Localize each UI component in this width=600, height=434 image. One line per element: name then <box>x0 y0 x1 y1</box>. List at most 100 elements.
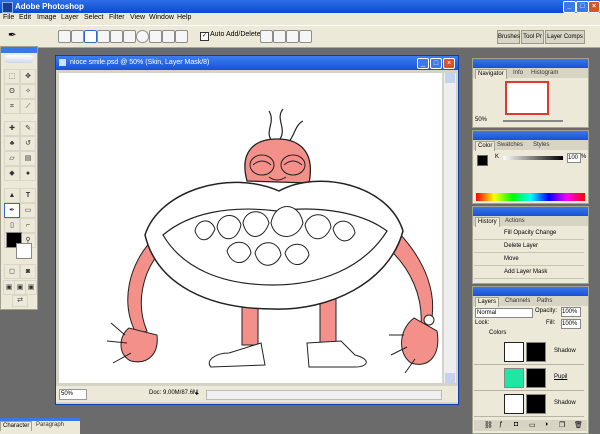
paths-icon[interactable] <box>71 30 84 43</box>
layer-style-icon[interactable]: ƒ <box>499 421 503 428</box>
history-item[interactable]: Move <box>474 253 584 266</box>
tab-styles[interactable]: Styles <box>531 141 551 150</box>
custom-shape-icon[interactable] <box>175 30 188 43</box>
lasso-tool-icon[interactable]: ʘ <box>4 84 20 99</box>
shape-layers-icon[interactable] <box>58 30 71 43</box>
auto-add-delete-checkbox[interactable]: ✓ <box>200 32 209 41</box>
tab-info[interactable]: Info <box>511 69 525 78</box>
status-menu-arrow-icon[interactable]: ▸ <box>196 390 199 397</box>
tab-histogram[interactable]: Histogram <box>529 69 560 78</box>
vertical-scrollbar[interactable] <box>444 73 456 383</box>
document-maximize-button[interactable]: □ <box>430 58 442 69</box>
new-layer-icon[interactable]: ❐ <box>559 421 565 429</box>
quick-mask-mode-icon[interactable]: ◙ <box>20 264 36 279</box>
history-item[interactable]: Add Layer Mask <box>474 266 584 279</box>
adjustment-layer-icon[interactable]: ◑ <box>544 421 548 428</box>
horizontal-scrollbar[interactable] <box>206 390 442 400</box>
gradient-tool-icon[interactable]: ▤ <box>20 151 36 166</box>
tab-character[interactable]: Character <box>0 421 33 431</box>
zoom-field[interactable]: 50% <box>59 389 87 400</box>
tab-color[interactable]: Color <box>475 141 496 151</box>
color-foreground-swatch[interactable] <box>477 155 488 166</box>
pen-tool-preset-icon[interactable]: ✒ <box>8 30 19 41</box>
brush-tool-icon[interactable]: ✎ <box>20 121 36 136</box>
history-brush-tool-icon[interactable]: ↺ <box>20 136 36 151</box>
slice-tool-icon[interactable]: ⟋ <box>20 99 36 114</box>
add-to-path-icon[interactable] <box>260 30 273 43</box>
new-group-icon[interactable]: ▭ <box>529 421 536 429</box>
tab-history[interactable]: History <box>475 217 500 227</box>
tab-paragraph[interactable]: Paragraph <box>34 421 66 430</box>
blur-tool-icon[interactable]: ◆ <box>4 166 20 181</box>
scroll-down-button[interactable] <box>445 373 455 383</box>
navigator-thumbnail[interactable] <box>505 81 549 115</box>
marquee-tool-icon[interactable]: ⬚ <box>4 69 20 84</box>
color-k-value[interactable]: 100 <box>567 153 581 163</box>
history-item[interactable]: Fill Opacity Change <box>474 227 584 240</box>
color-k-slider[interactable] <box>503 156 563 160</box>
history-item[interactable]: Delete Layer <box>474 240 584 253</box>
well-tab-layer-comps[interactable]: Layer Comps <box>545 30 585 44</box>
menu-filter[interactable]: Filter <box>109 14 125 21</box>
tab-layers[interactable]: Layers <box>475 297 500 307</box>
opacity-field[interactable]: 100% <box>561 307 581 317</box>
minimize-button[interactable]: _ <box>563 1 576 13</box>
line-shape-icon[interactable] <box>162 30 175 43</box>
tab-actions[interactable]: Actions <box>503 217 527 226</box>
image-canvas[interactable] <box>59 73 442 383</box>
layer-group-name[interactable]: Colors <box>489 330 506 336</box>
layer-row[interactable]: Shadow <box>474 339 584 365</box>
navigator-zoom-slider[interactable] <box>503 120 563 122</box>
close-button[interactable]: × <box>588 1 600 13</box>
move-tool-icon[interactable]: ✥ <box>20 69 36 84</box>
tab-swatches[interactable]: Swatches <box>495 141 525 150</box>
exclude-path-icon[interactable] <box>299 30 312 43</box>
well-tab-tool-presets[interactable]: Tool Pr <box>521 30 544 44</box>
menu-layer[interactable]: Layer <box>61 14 79 21</box>
delete-layer-icon[interactable]: 🗑 <box>574 421 583 429</box>
crop-tool-icon[interactable]: ⌗ <box>4 99 20 114</box>
healing-brush-tool-icon[interactable]: ✚ <box>4 121 20 136</box>
well-tab-brushes[interactable]: Brushes <box>497 30 520 44</box>
eyedropper-tool-icon[interactable]: ⌐ <box>20 218 36 233</box>
rounded-rectangle-icon[interactable] <box>123 30 136 43</box>
layer-row[interactable]: Shadow <box>474 391 584 417</box>
tab-paths[interactable]: Paths <box>535 297 554 306</box>
tab-channels[interactable]: Channels <box>503 297 532 306</box>
fill-field[interactable]: 100% <box>561 319 581 329</box>
menu-image[interactable]: Image <box>37 14 56 21</box>
dodge-tool-icon[interactable]: ● <box>20 166 36 181</box>
rectangle-shape-icon[interactable] <box>110 30 123 43</box>
shape-tool-icon[interactable]: ▭ <box>20 203 36 218</box>
menu-view[interactable]: View <box>130 14 145 21</box>
notes-tool-icon[interactable]: ▯ <box>4 218 20 233</box>
blend-mode-select[interactable]: Normal <box>475 308 533 318</box>
intersect-path-icon[interactable] <box>286 30 299 43</box>
menu-edit[interactable]: Edit <box>19 14 31 21</box>
document-minimize-button[interactable]: _ <box>417 58 429 69</box>
link-layers-icon[interactable]: ⛓ <box>484 421 493 429</box>
layer-row[interactable]: Pupil <box>474 365 584 391</box>
screen-mode-full-icon[interactable]: ▣ <box>25 280 37 295</box>
subtract-path-icon[interactable] <box>273 30 286 43</box>
pen-icon[interactable] <box>84 30 97 43</box>
pen-tool-icon[interactable]: ✒ <box>4 203 20 218</box>
menu-select[interactable]: Select <box>84 14 103 21</box>
menu-window[interactable]: Window <box>149 14 174 21</box>
clone-stamp-tool-icon[interactable]: ♣ <box>4 136 20 151</box>
eraser-tool-icon[interactable]: ▱ <box>4 151 20 166</box>
document-close-button[interactable]: × <box>443 58 455 69</box>
magic-wand-tool-icon[interactable]: ✧ <box>20 84 36 99</box>
type-tool-icon[interactable]: T <box>20 188 36 203</box>
navigator-zoom[interactable]: 50% <box>475 117 487 123</box>
freeform-pen-icon[interactable] <box>97 30 110 43</box>
scroll-up-button[interactable] <box>445 73 455 83</box>
adobe-online-icon[interactable] <box>5 55 33 63</box>
jump-to-imageready-icon[interactable]: ⇄ <box>12 295 28 307</box>
standard-mode-icon[interactable]: ◻ <box>4 264 20 279</box>
ellipse-shape-icon[interactable] <box>136 30 149 43</box>
color-spectrum-bar[interactable] <box>476 193 585 201</box>
menu-help[interactable]: Help <box>177 14 191 21</box>
polygon-shape-icon[interactable] <box>149 30 162 43</box>
tab-navigator[interactable]: Navigator <box>475 69 507 79</box>
